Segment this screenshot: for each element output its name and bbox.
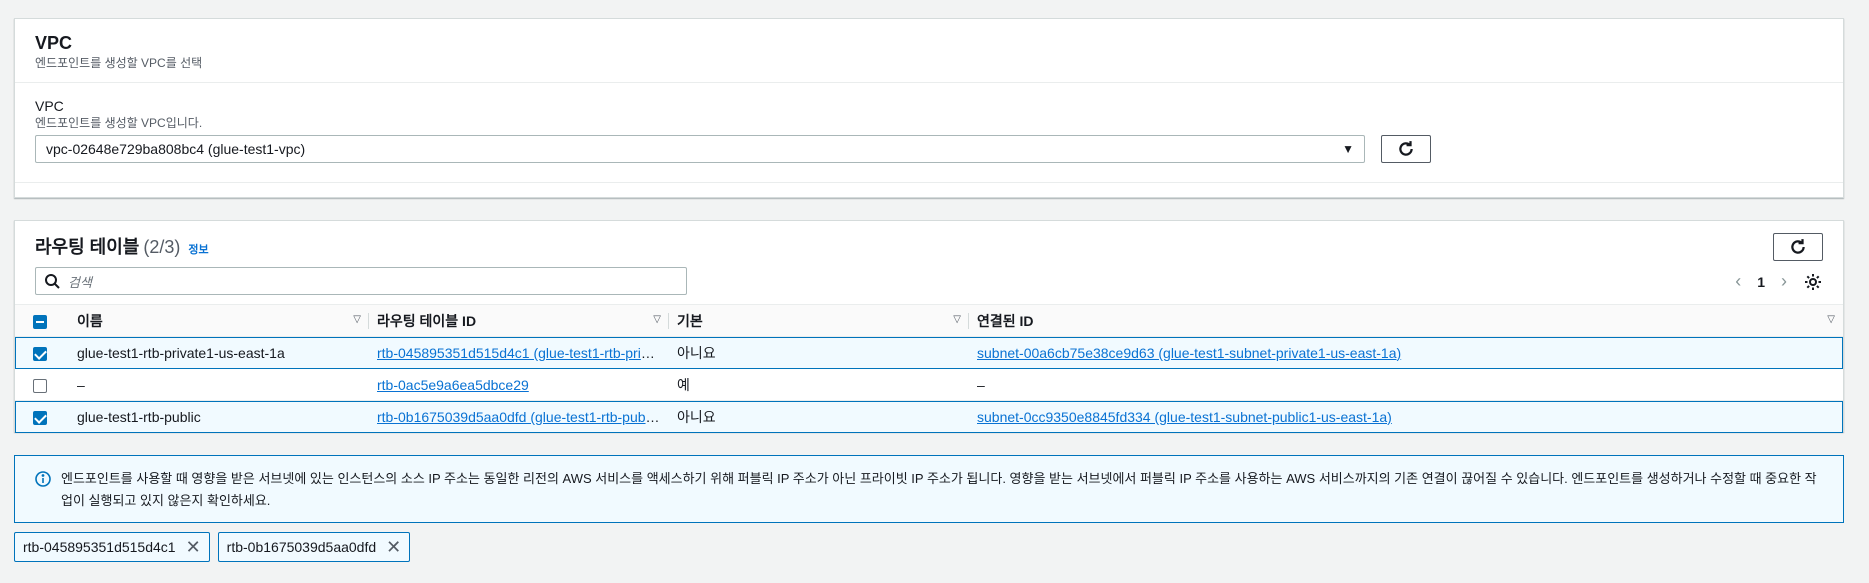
route-tables-title: 라우팅 테이블 xyxy=(35,237,140,257)
rtb-id-link[interactable]: rtb-0b1675039d5aa0dfd (glue-test1-rtb-pu… xyxy=(377,409,663,425)
row-main: 예 xyxy=(677,376,690,393)
associated-id-link[interactable]: subnet-0cc9350e8845fd334 (glue-test1-sub… xyxy=(977,409,1392,425)
vpc-select-value: vpc-02648e729ba808bc4 (glue-test1-vpc) xyxy=(46,141,306,157)
rtb-id-link[interactable]: rtb-0ac5e9a6ea5dbce29 xyxy=(377,377,529,393)
vpc-field-label: VPC xyxy=(35,98,64,114)
row-name: – xyxy=(77,376,85,393)
table-row[interactable]: – rtb-0ac5e9a6ea5dbce29 예 – xyxy=(15,369,1843,401)
row-checkbox[interactable] xyxy=(33,410,47,425)
column-header-rtb-id[interactable]: 라우팅 테이블 ID ▽ xyxy=(369,305,669,337)
route-tables-panel: 라우팅 테이블 (2/3) 정보 검색 ‹ 1 › 이름 ▽ 라우팅 테이블 I… xyxy=(14,220,1844,433)
info-icon xyxy=(35,471,51,487)
associated-id-text: – xyxy=(977,376,985,393)
column-header-associated-id[interactable]: 연결된 ID ▽ xyxy=(969,305,1843,337)
token-rtb-2: rtb-0b1675039d5aa0dfd ✕ xyxy=(217,532,411,562)
sort-icon: ▽ xyxy=(653,314,661,325)
vpc-panel-description: 엔드포인트를 생성할 VPC를 선택 xyxy=(35,56,203,70)
table-header-row: 이름 ▽ 라우팅 테이블 ID ▽ 기본 ▽ 연결된 ID ▽ xyxy=(15,304,1843,337)
table-row[interactable]: glue-test1-rtb-public rtb-0b1675039d5aa0… xyxy=(15,400,1843,433)
row-main: 아니요 xyxy=(677,408,716,425)
vpc-panel: VPC 엔드포인트를 생성할 VPC를 선택 VPC 엔드포인트를 생성할 VP… xyxy=(14,18,1844,198)
row-checkbox[interactable] xyxy=(33,346,47,361)
vpc-panel-title: VPC xyxy=(35,33,73,53)
row-name: glue-test1-rtb-public xyxy=(77,408,201,425)
row-checkbox[interactable] xyxy=(33,378,47,393)
row-name: glue-test1-rtb-private1-us-east-1a xyxy=(77,344,285,361)
close-icon[interactable]: ✕ xyxy=(386,537,401,558)
settings-gear-icon[interactable] xyxy=(1803,272,1823,292)
search-placeholder: 검색 xyxy=(68,274,92,290)
route-tables-count: (2/3) xyxy=(143,237,181,257)
associated-id-link[interactable]: subnet-00a6cb75e38ce9d63 (glue-test1-sub… xyxy=(977,345,1401,361)
sort-icon: ▽ xyxy=(953,314,961,325)
refresh-icon xyxy=(1791,239,1805,254)
column-header-main[interactable]: 기본 ▽ xyxy=(669,305,969,337)
vpc-panel-body: VPC 엔드포인트를 생성할 VPC입니다. vpc-02648e729ba80… xyxy=(15,83,1843,177)
info-alert: 엔드포인트를 사용할 때 영향을 받은 서브넷에 있는 인스턴스의 소스 IP … xyxy=(14,455,1844,523)
previous-page-icon[interactable]: ‹ xyxy=(1735,271,1741,292)
route-tables-table: 이름 ▽ 라우팅 테이블 ID ▽ 기본 ▽ 연결된 ID ▽ glue-tes… xyxy=(15,304,1843,433)
route-tables-refresh-button[interactable] xyxy=(1773,233,1823,261)
info-link[interactable]: 정보 xyxy=(188,238,208,262)
caret-down-icon: ▼ xyxy=(1342,142,1354,156)
vpc-select-row: vpc-02648e729ba808bc4 (glue-test1-vpc) ▼ xyxy=(35,135,1823,163)
vpc-refresh-button[interactable] xyxy=(1381,135,1431,163)
search-input[interactable]: 검색 xyxy=(35,267,687,295)
select-all-checkbox[interactable] xyxy=(33,314,47,329)
close-icon[interactable]: ✕ xyxy=(186,537,201,558)
sort-icon: ▽ xyxy=(353,314,361,325)
token-label: rtb-0b1675039d5aa0dfd xyxy=(226,539,377,555)
selected-tokens: rtb-045895351d515d4c1 ✕ rtb-0b1675039d5a… xyxy=(14,532,411,562)
route-tables-header: 라우팅 테이블 (2/3) 정보 검색 ‹ 1 › xyxy=(15,221,1843,304)
info-alert-text: 엔드포인트를 사용할 때 영향을 받은 서브넷에 있는 인스턴스의 소스 IP … xyxy=(61,471,1817,508)
row-main: 아니요 xyxy=(677,344,716,361)
search-icon xyxy=(45,274,60,289)
page-number[interactable]: 1 xyxy=(1757,274,1765,290)
rtb-id-link[interactable]: rtb-045895351d515d4c1 (glue-test1-rtb-pr… xyxy=(377,345,669,361)
vpc-select[interactable]: vpc-02648e729ba808bc4 (glue-test1-vpc) ▼ xyxy=(35,135,1365,163)
vpc-panel-divider xyxy=(15,182,1843,183)
select-all-cell xyxy=(15,305,69,337)
token-rtb-1: rtb-045895351d515d4c1 ✕ xyxy=(14,532,210,562)
route-tables-title-row: 라우팅 테이블 (2/3) 정보 xyxy=(35,235,1823,262)
next-page-icon[interactable]: › xyxy=(1781,271,1787,292)
token-label: rtb-045895351d515d4c1 xyxy=(23,539,176,555)
refresh-icon xyxy=(1399,141,1413,156)
vpc-panel-header: VPC 엔드포인트를 생성할 VPC를 선택 xyxy=(15,19,1843,83)
column-header-name[interactable]: 이름 ▽ xyxy=(69,305,369,337)
vpc-field-description: 엔드포인트를 생성할 VPC입니다. xyxy=(35,116,203,130)
sort-icon: ▽ xyxy=(1827,314,1835,325)
table-row[interactable]: glue-test1-rtb-private1-us-east-1a rtb-0… xyxy=(15,336,1843,369)
pagination: ‹ 1 › xyxy=(1735,271,1823,292)
